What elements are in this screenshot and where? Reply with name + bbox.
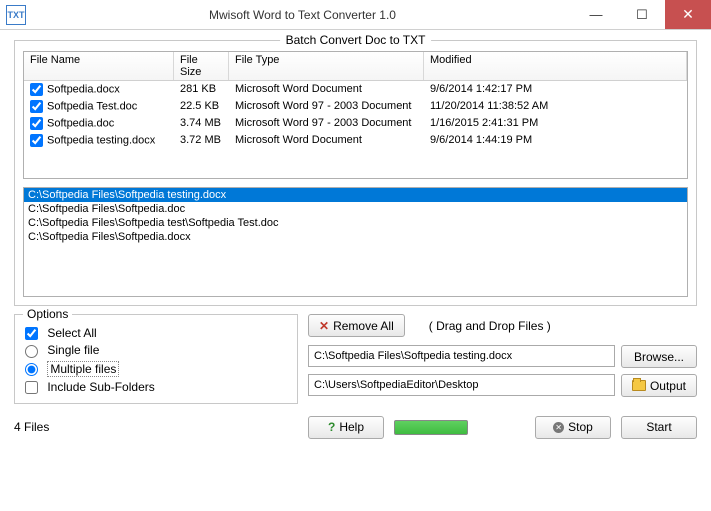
stop-icon: ✕ xyxy=(553,422,564,433)
file-count: 4 Files xyxy=(14,420,298,434)
window-title: Mwisoft Word to Text Converter 1.0 xyxy=(32,8,573,22)
options-group: Options Select All Single file Multiple … xyxy=(14,314,298,404)
maximize-button[interactable]: ☐ xyxy=(619,0,665,29)
col-header-type[interactable]: File Type xyxy=(229,52,424,80)
list-item[interactable]: C:\Softpedia Files\Softpedia test\Softpe… xyxy=(24,216,687,230)
multiple-files-option[interactable]: Multiple files xyxy=(25,362,119,376)
group-title: Batch Convert Doc to TXT xyxy=(280,33,432,47)
source-path-input[interactable] xyxy=(308,345,615,367)
start-button[interactable]: Start xyxy=(621,416,697,439)
list-item[interactable]: C:\Softpedia Files\Softpedia testing.doc… xyxy=(24,188,687,202)
table-row[interactable]: Softpedia Test.doc22.5 KBMicrosoft Word … xyxy=(24,98,687,115)
help-button[interactable]: ? Help xyxy=(308,416,384,439)
batch-convert-group: Batch Convert Doc to TXT File Name File … xyxy=(14,40,697,306)
close-button[interactable]: ✕ xyxy=(665,0,711,29)
single-file-radio[interactable] xyxy=(25,345,38,358)
row-checkbox[interactable] xyxy=(30,117,43,130)
browse-button[interactable]: Browse... xyxy=(621,345,697,368)
help-icon: ? xyxy=(328,420,335,434)
table-row[interactable]: Softpedia.docx281 KBMicrosoft Word Docum… xyxy=(24,81,687,98)
stop-button[interactable]: ✕ Stop xyxy=(535,416,611,439)
progress-bar xyxy=(394,420,468,435)
select-all-checkbox[interactable] xyxy=(25,327,38,340)
drag-drop-hint: ( Drag and Drop Files ) xyxy=(429,319,551,333)
col-header-modified[interactable]: Modified xyxy=(424,52,687,80)
include-subfolders-checkbox[interactable] xyxy=(25,381,38,394)
col-header-size[interactable]: File Size xyxy=(174,52,229,80)
single-file-option[interactable]: Single file xyxy=(25,343,99,357)
list-item[interactable]: C:\Softpedia Files\Softpedia.doc xyxy=(24,202,687,216)
row-checkbox[interactable] xyxy=(30,83,43,96)
multiple-files-radio[interactable] xyxy=(25,363,38,376)
path-list[interactable]: C:\Softpedia Files\Softpedia testing.doc… xyxy=(23,187,688,297)
table-row[interactable]: Softpedia.doc3.74 MBMicrosoft Word 97 - … xyxy=(24,115,687,132)
select-all-option[interactable]: Select All xyxy=(25,326,97,340)
x-icon: ✕ xyxy=(319,319,329,333)
folder-icon xyxy=(632,380,646,391)
list-item[interactable]: C:\Softpedia Files\Softpedia.docx xyxy=(24,230,687,244)
row-checkbox[interactable] xyxy=(30,100,43,113)
table-row[interactable]: Softpedia testing.docx3.72 MBMicrosoft W… xyxy=(24,132,687,149)
remove-all-button[interactable]: ✕ Remove All xyxy=(308,314,405,337)
minimize-button[interactable]: — xyxy=(573,0,619,29)
output-path-input[interactable] xyxy=(308,374,615,396)
options-title: Options xyxy=(23,307,72,321)
statusbar: 4 Files ? Help ✕ Stop Start xyxy=(0,410,711,445)
titlebar: TXT Mwisoft Word to Text Converter 1.0 —… xyxy=(0,0,711,30)
file-table[interactable]: File Name File Size File Type Modified S… xyxy=(23,51,688,179)
col-header-name[interactable]: File Name xyxy=(24,52,174,80)
include-subfolders-option[interactable]: Include Sub-Folders xyxy=(25,380,155,394)
output-button[interactable]: Output xyxy=(621,374,697,397)
app-icon: TXT xyxy=(6,5,26,25)
row-checkbox[interactable] xyxy=(30,134,43,147)
